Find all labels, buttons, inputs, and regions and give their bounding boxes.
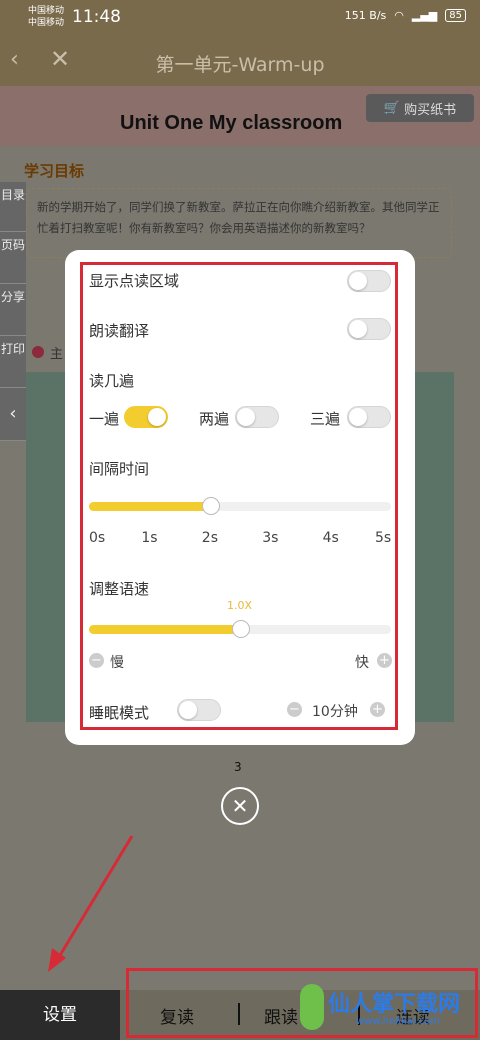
watermark-url: www.hnlikai.com bbox=[356, 1016, 441, 1027]
battery-icon: 85 bbox=[445, 9, 466, 22]
unit-title: Unit One My classroom bbox=[120, 112, 343, 134]
buy-book-button[interactable]: 🛒 购买纸书 bbox=[366, 94, 474, 122]
wifi-icon: ◠ bbox=[394, 9, 404, 22]
page-number: 3 bbox=[234, 760, 242, 774]
watermark-text: 仙人掌下载网 bbox=[328, 992, 461, 1017]
page-title: 第一单元-Warm-up bbox=[155, 54, 325, 76]
side-tab-contents[interactable]: 目录 bbox=[0, 182, 26, 232]
side-tab-print[interactable]: 打印 bbox=[0, 336, 26, 388]
goal-text: 新的学期开始了，同学们换了新教室。萨拉正在向你瞧介绍新教室。其他同学正忙着打扫教… bbox=[26, 188, 452, 258]
side-tab-share[interactable]: 分享 bbox=[0, 284, 26, 336]
cactus-logo-icon bbox=[300, 984, 324, 1030]
signal-icon: ▂▄▆ bbox=[411, 9, 438, 22]
section-marker-icon bbox=[32, 346, 44, 358]
watermark: 仙人掌下载网 www.hnlikai.com bbox=[300, 980, 476, 1036]
carrier-1: 中国移动 bbox=[28, 6, 65, 16]
settings-highlight-frame bbox=[80, 262, 398, 730]
status-icons: 151 B/s ◠ ▂▄▆ 85 bbox=[345, 9, 466, 22]
side-tab-page[interactable]: 页码 bbox=[0, 232, 26, 284]
buy-book-label: 购买纸书 bbox=[404, 102, 457, 118]
close-dialog-icon[interactable]: ✕ bbox=[221, 787, 259, 825]
cart-icon: 🛒 bbox=[383, 100, 401, 116]
clock: 11:48 bbox=[72, 7, 121, 27]
collapse-chevron-icon[interactable]: ‹ bbox=[0, 388, 26, 441]
section-label: 主 bbox=[50, 347, 64, 362]
net-speed: 151 B/s bbox=[344, 9, 387, 22]
title-bar: ‹ ✕ 第一单元-Warm-up bbox=[0, 36, 480, 86]
settings-button[interactable]: 设置 bbox=[0, 990, 120, 1040]
status-bar: 中国移动 中国移动 11:48 151 B/s ◠ ▂▄▆ 85 bbox=[0, 0, 480, 36]
carrier-2: 中国移动 bbox=[28, 18, 65, 28]
goal-title: 学习目标 bbox=[24, 162, 85, 180]
